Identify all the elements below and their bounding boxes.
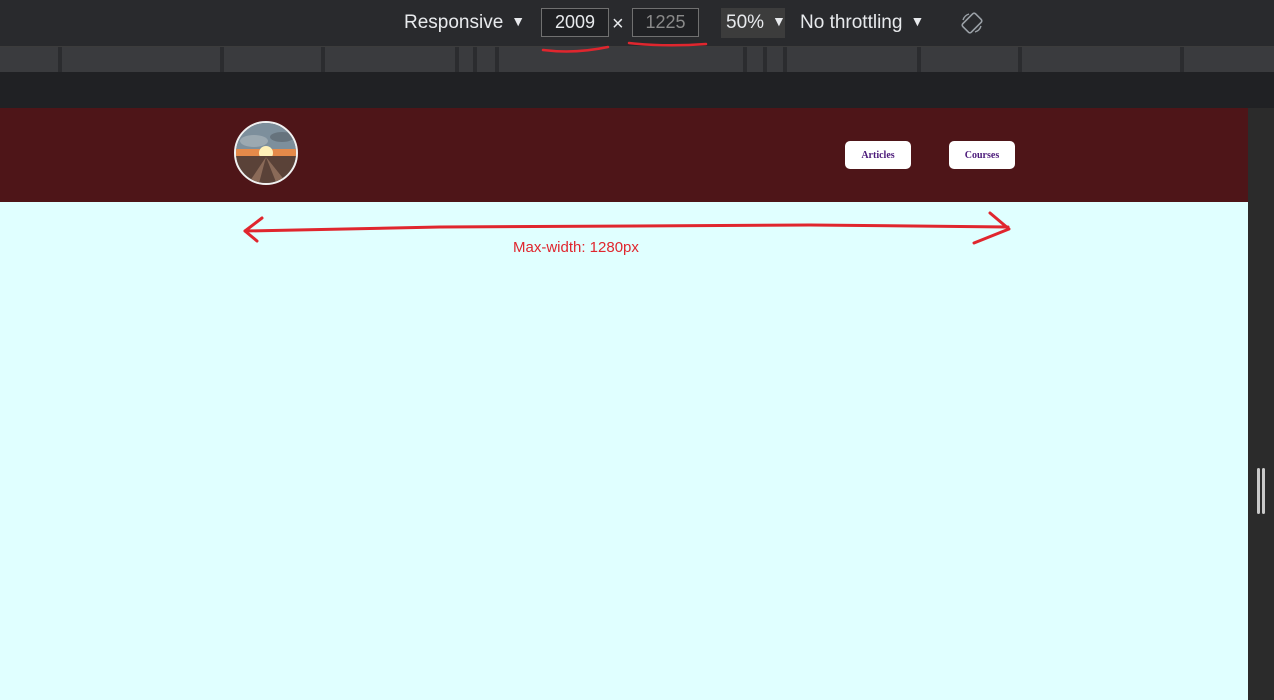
throttling-label: No throttling	[800, 12, 903, 33]
nav-courses-button[interactable]: Courses	[949, 141, 1015, 169]
chevron-down-icon: ▼	[772, 13, 786, 29]
device-dropdown[interactable]: Responsive ▼	[404, 12, 525, 34]
media-query-segment[interactable]	[787, 47, 917, 72]
scrollbar[interactable]	[1248, 108, 1274, 700]
zoom-label: 50%	[726, 12, 765, 33]
media-query-segment[interactable]	[747, 47, 763, 72]
site-header: Articles Courses	[0, 108, 1248, 202]
media-query-segment[interactable]	[459, 47, 473, 72]
ruler-area	[0, 72, 1274, 108]
avatar[interactable]	[234, 121, 298, 185]
scroll-thumb[interactable]	[1257, 468, 1265, 514]
page-viewport: Articles Courses Max-width: 1280px	[0, 108, 1248, 700]
zoom-dropdown-label[interactable]: 50% ▼	[726, 12, 786, 34]
chevron-down-icon: ▼	[511, 13, 526, 29]
chevron-down-icon: ▼	[910, 13, 925, 29]
times-icon: ×	[612, 13, 624, 35]
media-query-segment[interactable]	[224, 47, 321, 72]
nav-articles-button[interactable]: Articles	[845, 141, 911, 169]
media-query-segment[interactable]	[1022, 47, 1180, 72]
media-query-segment[interactable]	[62, 47, 220, 72]
device-label: Responsive	[404, 12, 504, 33]
rotate-icon[interactable]	[960, 11, 984, 35]
width-input[interactable]	[541, 8, 609, 37]
media-query-segment[interactable]	[325, 47, 455, 72]
media-query-segment[interactable]	[921, 47, 1018, 72]
media-query-bar	[0, 47, 1274, 72]
media-query-segment[interactable]	[1184, 47, 1274, 72]
media-query-segment[interactable]	[0, 47, 58, 72]
throttling-dropdown[interactable]: No throttling ▼	[800, 12, 924, 34]
device-toolbar: Responsive ▼ × 50% ▼ No throttling ▼	[0, 0, 1274, 47]
max-width-annotation: Max-width: 1280px	[513, 239, 639, 256]
media-query-segment[interactable]	[767, 47, 783, 72]
sunset-photo	[236, 123, 296, 183]
height-input[interactable]	[632, 8, 699, 37]
media-query-segment[interactable]	[499, 47, 743, 72]
media-query-segment[interactable]	[477, 47, 495, 72]
